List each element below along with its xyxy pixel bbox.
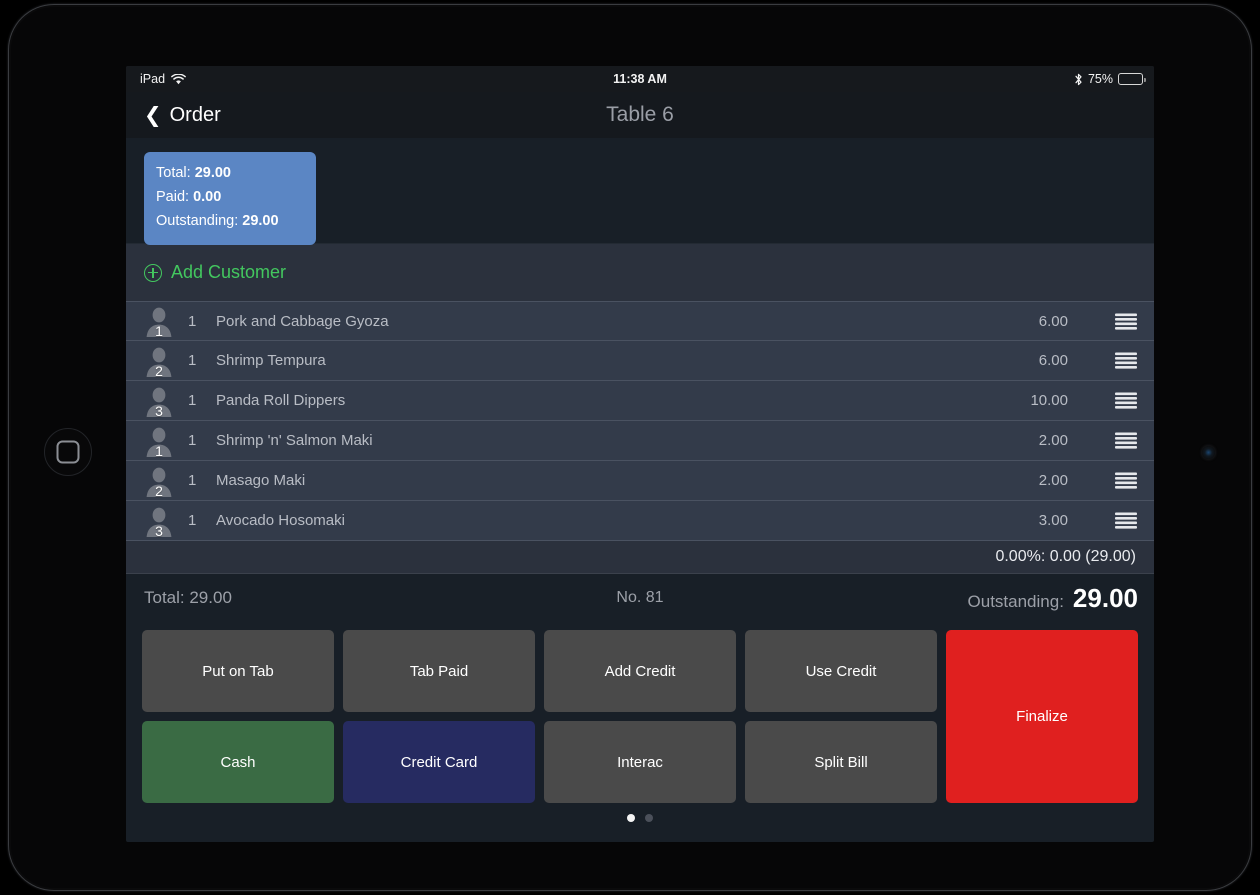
order-summary-card[interactable]: Total: 29.00 Paid: 0.00 Outstanding: 29.…	[144, 152, 316, 245]
reorder-handle-icon[interactable]	[1098, 512, 1154, 529]
add-customer-button[interactable]: Add Customer	[144, 262, 286, 283]
payment-button-label: Split Bill	[814, 753, 868, 771]
reorder-handle-icon[interactable]	[1098, 432, 1154, 449]
add-customer-band: Add Customer	[126, 243, 1154, 301]
reorder-handle-icon[interactable]	[1098, 313, 1154, 330]
order-item-row[interactable]: 2 1 Masago Maki 2.00	[126, 461, 1154, 501]
seat-avatar: 2	[144, 464, 174, 498]
totals-bar: Total: 29.00 No. 81 Outstanding: 29.00	[126, 574, 1154, 622]
summary-outstanding-row: Outstanding: 29.00	[156, 210, 304, 234]
order-item-row[interactable]: 3 1 Panda Roll Dippers 10.00	[126, 381, 1154, 421]
add-customer-label: Add Customer	[171, 262, 287, 282]
order-item-list: 1 1 Pork and Cabbage Gyoza 6.00 2 1 Shri…	[126, 301, 1154, 541]
item-name: Shrimp Tempura	[216, 352, 326, 369]
summary-total-row: Total: 29.00	[156, 162, 304, 186]
seat-avatar: 2	[144, 344, 174, 378]
item-quantity: 1	[188, 392, 197, 409]
battery-percent-label: 75%	[1087, 72, 1113, 86]
payment-button-label: Cash	[220, 753, 256, 771]
payment-button-interac[interactable]: Interac	[544, 721, 736, 803]
item-name: Panda Roll Dippers	[216, 392, 346, 409]
item-price: 3.00	[1038, 512, 1068, 529]
plus-circle-icon	[144, 263, 162, 282]
totals-outstanding: Outstanding: 29.00	[968, 583, 1138, 614]
payment-actions-panel: Put on Tab Tab Paid Add Credit Use Credit Fi…	[126, 622, 1154, 803]
home-button-icon	[56, 440, 80, 464]
payment-button-label: Add Credit	[604, 662, 676, 680]
item-price: 2.00	[1038, 432, 1068, 449]
bluetooth-icon	[1074, 73, 1083, 86]
tax-summary-line: 0.00%: 0.00 (29.00)	[126, 541, 1154, 574]
item-quantity: 1	[188, 512, 197, 529]
seat-number: 1	[155, 323, 163, 339]
seat-number: 1	[155, 442, 163, 459]
payment-button-credit-card[interactable]: Credit Card	[343, 721, 535, 803]
summary-total-value: 29.00	[194, 165, 231, 181]
order-item-row[interactable]: 1 1 Pork and Cabbage Gyoza 6.00	[126, 301, 1154, 341]
page-dot-2[interactable]	[645, 814, 653, 822]
item-quantity: 1	[188, 432, 197, 449]
item-price: 10.00	[1030, 392, 1068, 409]
payment-button-label: Tab Paid	[409, 662, 469, 680]
outstanding-value: 29.00	[1072, 582, 1138, 613]
summary-paid-value: 0.00	[193, 188, 222, 205]
summary-outstanding-label: Outstanding:	[156, 212, 239, 229]
summary-total-label: Total:	[156, 165, 191, 181]
seat-avatar: 1	[144, 424, 174, 458]
summary-strip: Total: 29.00 Paid: 0.00 Outstanding: 29.…	[126, 138, 1154, 245]
payment-button-finalize[interactable]: Finalize	[946, 630, 1138, 803]
item-name: Pork and Cabbage Gyoza	[216, 312, 389, 330]
payment-button-label: Interac	[617, 753, 663, 771]
battery-icon	[1118, 73, 1146, 85]
summary-paid-row: Paid: 0.00	[156, 186, 304, 210]
item-price: 6.00	[1038, 312, 1068, 330]
ipad-device-frame: iPad 11:38 AM 75% ❮ Order Table 6 Total:…	[8, 4, 1252, 891]
seat-number: 2	[155, 482, 163, 499]
page-indicator[interactable]	[126, 803, 1154, 833]
payment-button-use-credit[interactable]: Use Credit	[745, 630, 937, 712]
payment-button-put-on-tab[interactable]: Put on Tab	[142, 630, 334, 712]
outstanding-label: Outstanding:	[967, 591, 1064, 611]
seat-avatar: 1	[144, 304, 174, 338]
seat-number: 3	[155, 402, 163, 419]
payment-button-label: Credit Card	[400, 753, 478, 771]
page-dot-1[interactable]	[627, 814, 635, 822]
payment-button-add-credit[interactable]: Add Credit	[544, 630, 736, 712]
seat-number: 2	[155, 362, 163, 379]
seat-avatar: 3	[144, 504, 174, 538]
reorder-handle-icon[interactable]	[1098, 472, 1154, 489]
item-quantity: 1	[188, 312, 197, 330]
reorder-handle-icon[interactable]	[1098, 352, 1154, 369]
status-bar-right: 75%	[1074, 72, 1146, 86]
summary-outstanding-value: 29.00	[242, 212, 279, 229]
order-item-row[interactable]: 2 1 Shrimp Tempura 6.00	[126, 341, 1154, 381]
payment-button-label: Use Credit	[805, 662, 877, 680]
payment-button-cash[interactable]: Cash	[142, 721, 334, 803]
ipad-screen: iPad 11:38 AM 75% ❮ Order Table 6 Total:…	[126, 66, 1154, 842]
item-name: Avocado Hosomaki	[216, 512, 345, 529]
order-item-row[interactable]: 1 1 Shrimp 'n' Salmon Maki 2.00	[126, 421, 1154, 461]
order-item-row[interactable]: 3 1 Avocado Hosomaki 3.00	[126, 501, 1154, 541]
item-price: 6.00	[1038, 352, 1068, 369]
front-camera-icon	[1202, 446, 1215, 459]
payment-button-grid: Put on Tab Tab Paid Add Credit Use Credit Fi…	[142, 630, 1138, 803]
status-bar-clock: 11:38 AM	[613, 72, 667, 86]
item-price: 2.00	[1038, 472, 1068, 489]
payment-button-split-bill[interactable]: Split Bill	[745, 721, 937, 803]
seat-number: 3	[155, 522, 163, 539]
ios-status-bar: iPad 11:38 AM 75%	[126, 66, 1154, 92]
reorder-handle-icon[interactable]	[1098, 392, 1154, 409]
navigation-bar: ❮ Order Table 6	[126, 92, 1154, 138]
item-quantity: 1	[188, 352, 197, 369]
item-quantity: 1	[188, 472, 197, 489]
seat-avatar: 3	[144, 384, 174, 418]
payment-button-tab-paid[interactable]: Tab Paid	[343, 630, 535, 712]
item-name: Masago Maki	[216, 472, 306, 489]
summary-paid-label: Paid:	[156, 188, 190, 205]
payment-button-label: Put on Tab	[202, 662, 274, 680]
home-button[interactable]	[44, 428, 92, 476]
page-title: Table 6	[606, 103, 674, 126]
item-name: Shrimp 'n' Salmon Maki	[216, 432, 373, 449]
payment-button-label: Finalize	[1016, 708, 1068, 725]
